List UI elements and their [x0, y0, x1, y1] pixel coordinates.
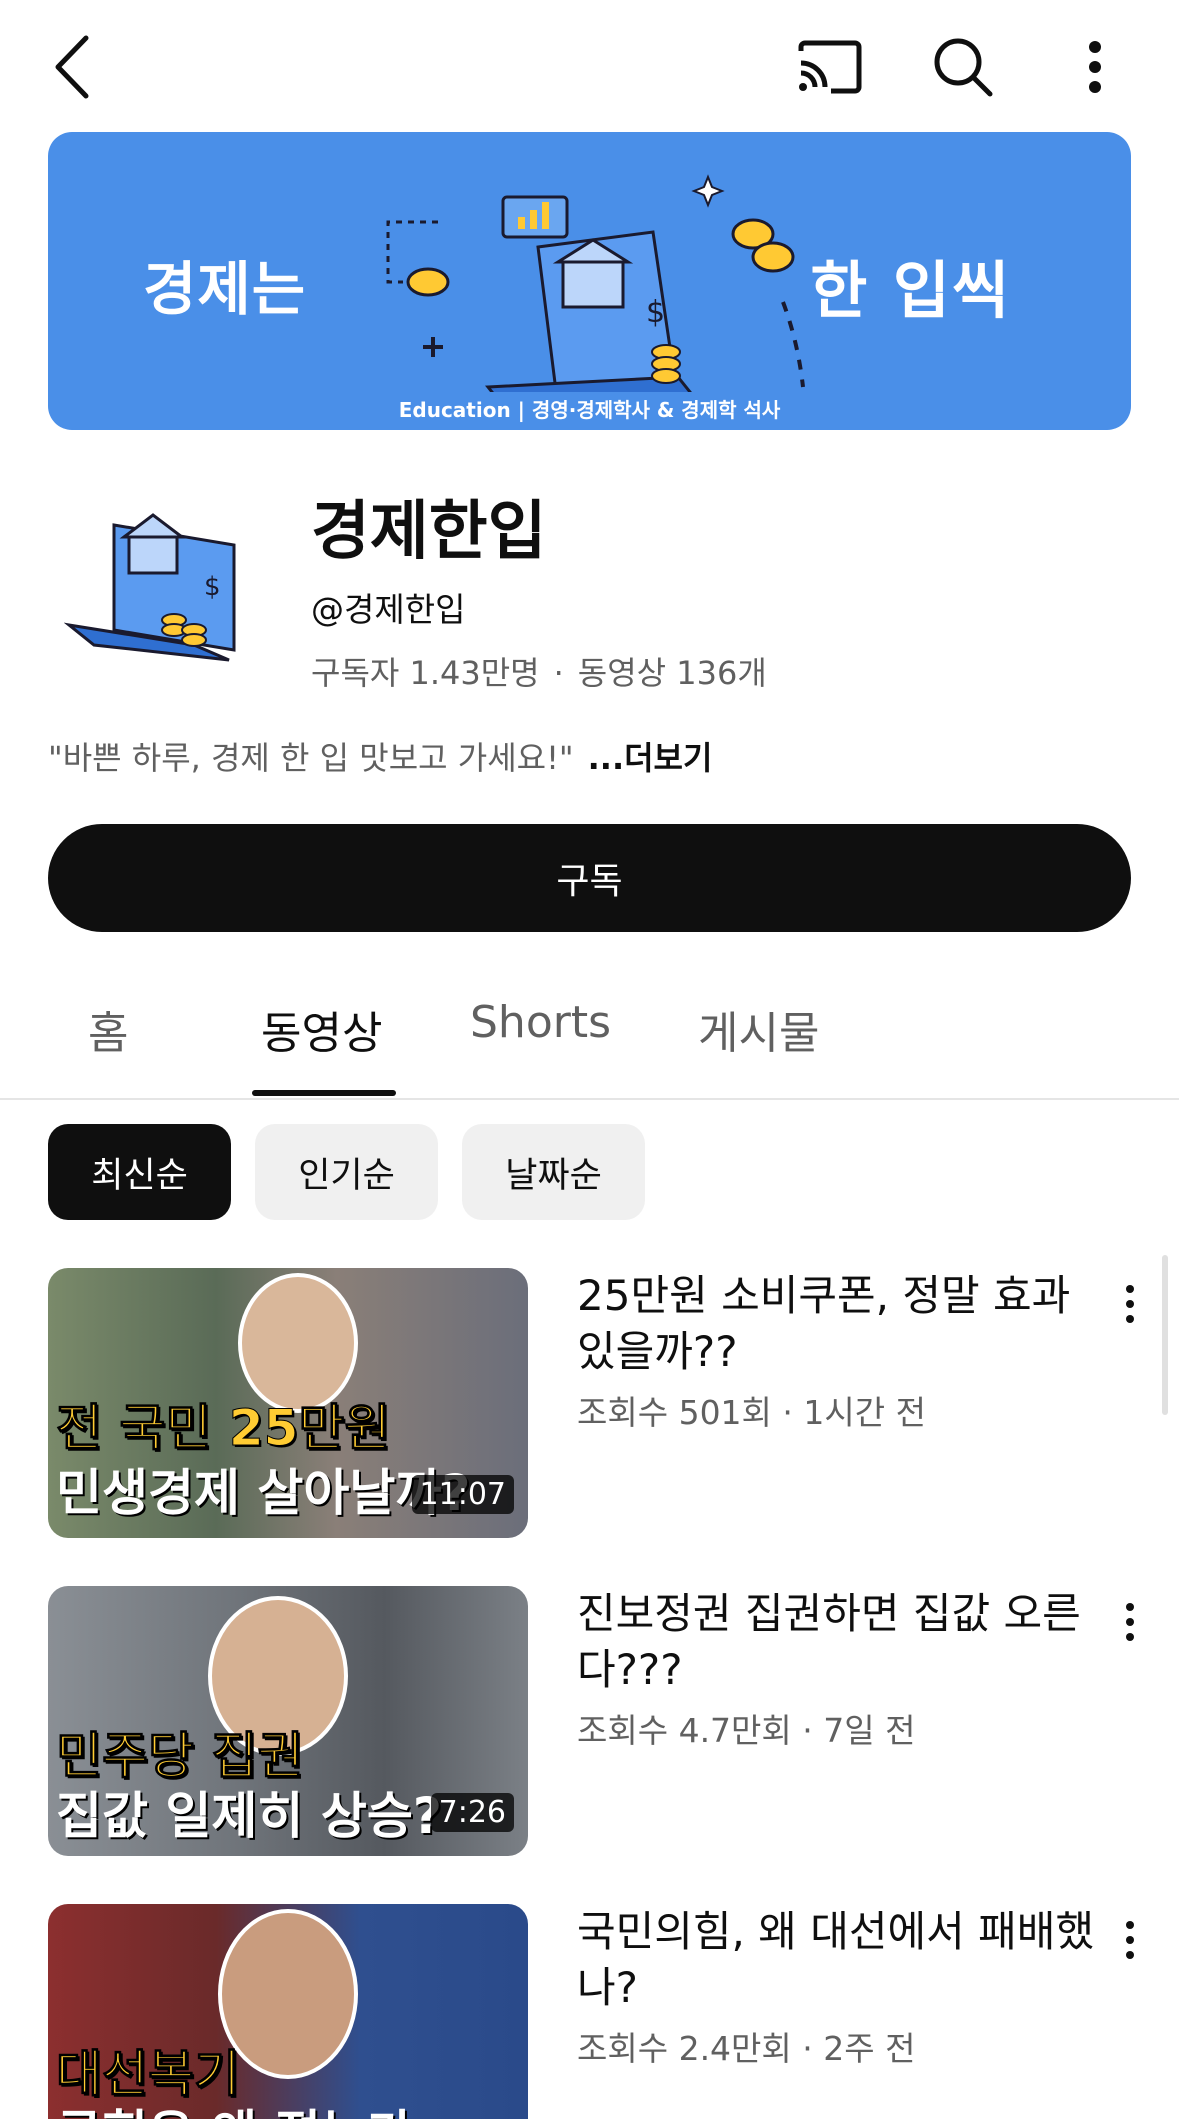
separator-dot: · [553, 654, 564, 692]
more-link[interactable]: ...더보기 [588, 739, 713, 777]
more-options-button[interactable] [1050, 22, 1140, 112]
video-thumbnail[interactable]: 대선복기 국힘은 왜 졌는가 [48, 1904, 528, 2119]
video-thumbnail[interactable]: 전 국민 25만원 민생경제 살아날까? 11:07 [48, 1268, 528, 1538]
thumbnail-subheadline: 국힘은 왜 졌는가 [56, 2094, 413, 2119]
cast-button[interactable] [785, 22, 875, 112]
description-text: "바쁜 하루, 경제 한 입 맛보고 가세요!" [48, 739, 574, 777]
thumbnail-headline: 전 국민 25만원 [55, 1399, 391, 1458]
thumbnail-subheadline: 민생경제 살아날까? [56, 1464, 471, 1522]
video-title[interactable]: 국민의힘, 왜 대선에서 패배했나? [577, 1904, 1097, 2016]
video-more-button[interactable] [1110, 1274, 1150, 1334]
more-vertical-icon [1126, 1921, 1134, 1959]
video-item[interactable]: 대선복기 국힘은 왜 졌는가 국민의힘, 왜 대선에서 패배했나? 조회수 2.… [0, 1904, 1179, 2119]
chip-oldest[interactable]: 날짜순 [462, 1124, 645, 1220]
video-item[interactable]: 전 국민 25만원 민생경제 살아날까? 11:07 25만원 소비쿠폰, 정말… [0, 1268, 1179, 1548]
back-button[interactable] [28, 22, 118, 112]
thumbnail-subheadline: 집값 일제히 상승? [56, 1787, 442, 1845]
channel-name: 경제한입 [311, 495, 547, 569]
tab-posts[interactable]: 게시물 [698, 997, 819, 1061]
channel-banner: 경제는 한 입씩 $ Education | 경영·경제학사 & 경제학 석사 [48, 132, 1131, 430]
channel-stats: 구독자 1.43만명 · 동영상 136개 [311, 648, 767, 694]
more-vertical-icon [1089, 41, 1101, 93]
video-meta: 조회수 501회 · 1시간 전 [577, 1393, 926, 1432]
video-duration: 11:07 [411, 1475, 514, 1514]
video-count: 동영상 136개 [577, 654, 767, 692]
banner-illustration: $ [386, 174, 805, 392]
tab-shorts[interactable]: Shorts [470, 997, 611, 1048]
video-item[interactable]: 민주당 집권 집값 일제히 상승? 7:26 진보정권 집권하면 집값 오른다?… [0, 1586, 1179, 1866]
scrollbar[interactable] [1162, 1255, 1168, 1415]
search-button[interactable] [918, 22, 1008, 112]
video-more-button[interactable] [1110, 1592, 1150, 1652]
channel-handle: @경제한입 [311, 590, 466, 629]
video-title[interactable]: 25만원 소비쿠폰, 정말 효과 있을까?? [577, 1268, 1097, 1380]
subscribe-button[interactable]: 구독 [48, 824, 1131, 932]
cast-icon [798, 40, 862, 94]
channel-page: 경제는 한 입씩 $ Education | 경영·경제학사 & 경제학 석사 [0, 0, 1179, 2119]
channel-tabs: 홈 동영상 Shorts 게시물 [0, 975, 1179, 1100]
subscriber-count: 구독자 1.43만명 [311, 654, 540, 692]
channel-description[interactable]: "바쁜 하루, 경제 한 입 맛보고 가세요!" ...더보기 [48, 733, 712, 779]
chip-popular[interactable]: 인기순 [255, 1124, 438, 1220]
video-meta: 조회수 4.7만회 · 7일 전 [577, 1711, 916, 1750]
video-thumbnail[interactable]: 민주당 집권 집값 일제히 상승? 7:26 [48, 1586, 528, 1856]
top-bar [0, 0, 1179, 130]
banner-subtitle: Education | 경영·경제학사 & 경제학 석사 [398, 398, 781, 422]
banner-right-text: 한 입씩 [810, 254, 1011, 327]
tab-home[interactable]: 홈 [88, 997, 128, 1061]
svg-text:$: $ [646, 295, 665, 330]
video-more-button[interactable] [1110, 1910, 1150, 1970]
more-vertical-icon [1126, 1285, 1134, 1323]
more-vertical-icon [1126, 1603, 1134, 1641]
back-arrow-icon [55, 35, 89, 99]
banner-left-text: 경제는 [143, 255, 307, 323]
channel-avatar[interactable]: $ [64, 495, 249, 665]
chip-latest[interactable]: 최신순 [48, 1124, 231, 1220]
tab-videos[interactable]: 동영상 [261, 997, 382, 1061]
search-icon [934, 38, 993, 97]
video-duration: 7:26 [430, 1793, 514, 1832]
video-meta: 조회수 2.4만회 · 2주 전 [577, 2029, 916, 2068]
svg-text:$: $ [204, 572, 221, 602]
active-tab-indicator [252, 1090, 396, 1096]
video-title[interactable]: 진보정권 집권하면 집값 오른다??? [577, 1586, 1097, 1698]
